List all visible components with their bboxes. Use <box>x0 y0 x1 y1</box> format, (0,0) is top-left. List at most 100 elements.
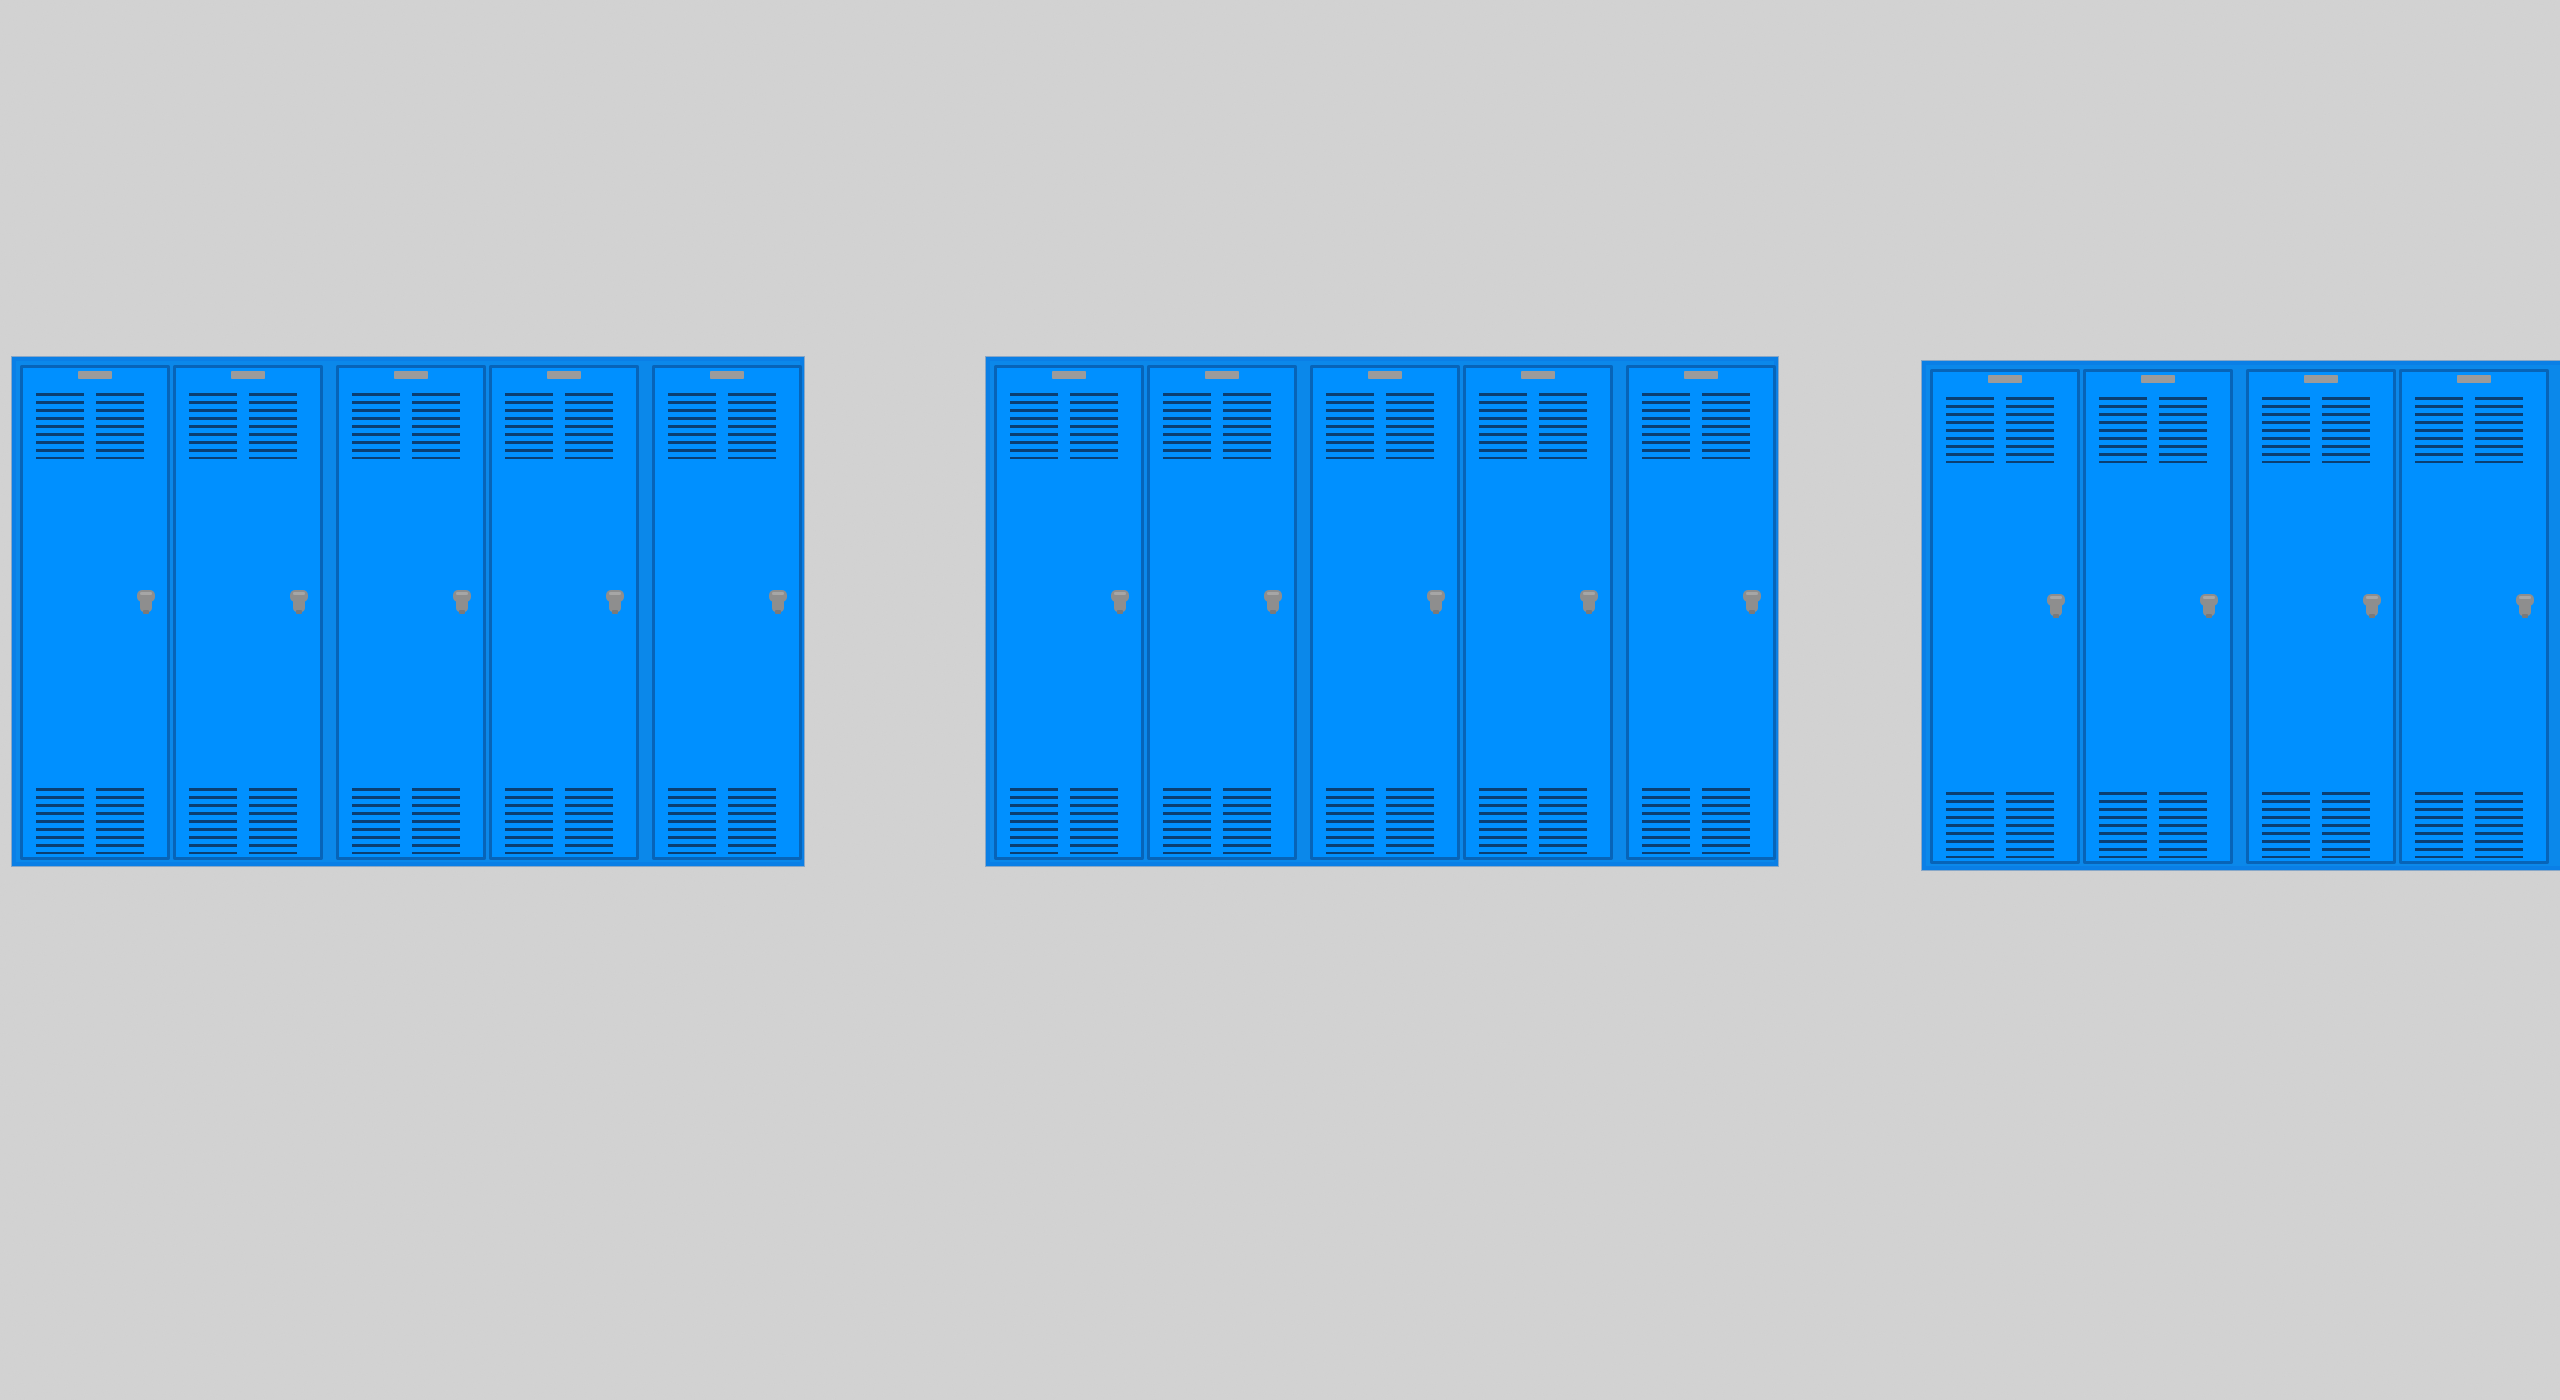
vent-grille-top <box>1479 393 1597 459</box>
number-plate <box>2141 375 2175 383</box>
vent-slats <box>728 393 776 459</box>
padlock-icon[interactable] <box>2361 592 2383 620</box>
vent-slats <box>412 788 460 854</box>
locker-door[interactable] <box>1147 365 1297 860</box>
number-plate <box>1988 375 2022 383</box>
vent-slats <box>2006 792 2054 858</box>
vent-grille-top <box>2262 397 2380 463</box>
number-plate <box>1052 371 1086 379</box>
padlock-icon[interactable] <box>1109 588 1131 616</box>
vent-slats <box>1386 393 1434 459</box>
vent-slats <box>189 393 237 459</box>
vent-slats <box>2415 792 2463 858</box>
vent-slats <box>1010 788 1058 854</box>
locker-door[interactable] <box>1463 365 1613 860</box>
locker-door[interactable] <box>2399 369 2549 864</box>
padlock-icon[interactable] <box>135 588 157 616</box>
locker-door[interactable] <box>173 365 323 860</box>
vent-slats <box>2415 397 2463 463</box>
padlock-icon[interactable] <box>767 588 789 616</box>
vent-slats <box>1386 788 1434 854</box>
vent-grille-top <box>2099 397 2217 463</box>
vent-slats <box>1702 788 1750 854</box>
locker-door[interactable] <box>20 365 170 860</box>
locker-door[interactable] <box>489 365 639 860</box>
number-plate <box>78 371 112 379</box>
padlock-icon[interactable] <box>2198 592 2220 620</box>
vent-grille-bottom <box>1163 788 1281 854</box>
locker-bank-1 <box>12 357 804 866</box>
vent-grille-top <box>189 393 307 459</box>
vent-grille-bottom <box>505 788 623 854</box>
vent-grille-top <box>36 393 154 459</box>
vent-grille-bottom <box>36 788 154 854</box>
vent-slats <box>352 393 400 459</box>
vent-slats <box>668 393 716 459</box>
padlock-icon[interactable] <box>1425 588 1447 616</box>
number-plate <box>1521 371 1555 379</box>
vent-slats <box>565 393 613 459</box>
vent-grille-top <box>1326 393 1444 459</box>
vent-slats <box>1539 393 1587 459</box>
vent-slats <box>1642 788 1690 854</box>
vent-slats <box>189 788 237 854</box>
vent-slats <box>1642 393 1690 459</box>
locker-door[interactable] <box>652 365 802 860</box>
vent-slats <box>1479 393 1527 459</box>
vent-grille-top <box>1946 397 2064 463</box>
vent-slats <box>2159 397 2207 463</box>
vent-grille-bottom <box>1326 788 1444 854</box>
vent-slats <box>1479 788 1527 854</box>
vent-slats <box>96 788 144 854</box>
padlock-icon[interactable] <box>2045 592 2067 620</box>
padlock-icon[interactable] <box>2514 592 2536 620</box>
vent-slats <box>2099 397 2147 463</box>
vent-slats <box>2159 792 2207 858</box>
number-plate <box>2457 375 2491 383</box>
vent-grille-bottom <box>2099 792 2217 858</box>
vent-grille-top <box>505 393 623 459</box>
padlock-icon[interactable] <box>288 588 310 616</box>
locker-door[interactable] <box>2246 369 2396 864</box>
locker-door[interactable] <box>994 365 1144 860</box>
vent-grille-top <box>1163 393 1281 459</box>
vent-slats <box>1946 397 1994 463</box>
vent-slats <box>1326 393 1374 459</box>
vent-slats <box>36 393 84 459</box>
vent-slats <box>505 393 553 459</box>
padlock-icon[interactable] <box>1262 588 1284 616</box>
vent-grille-bottom <box>2415 792 2533 858</box>
vent-grille-top <box>2415 397 2533 463</box>
vent-slats <box>249 393 297 459</box>
vent-slats <box>505 788 553 854</box>
vent-grille-bottom <box>1642 788 1760 854</box>
locker-door[interactable] <box>1310 365 1460 860</box>
vent-slats <box>1070 393 1118 459</box>
padlock-icon[interactable] <box>1578 588 1600 616</box>
number-plate <box>710 371 744 379</box>
locker-door[interactable] <box>2083 369 2233 864</box>
vent-slats <box>352 788 400 854</box>
vent-slats <box>2262 397 2310 463</box>
vent-grille-top <box>668 393 786 459</box>
vent-grille-bottom <box>668 788 786 854</box>
padlock-icon[interactable] <box>604 588 626 616</box>
vent-slats <box>2262 792 2310 858</box>
locker-door[interactable] <box>336 365 486 860</box>
vent-grille-top <box>352 393 470 459</box>
vent-slats <box>1946 792 1994 858</box>
padlock-icon[interactable] <box>1741 588 1763 616</box>
locker-door[interactable] <box>1626 365 1776 860</box>
vent-slats <box>1163 788 1211 854</box>
padlock-icon[interactable] <box>451 588 473 616</box>
vent-grille-top <box>1642 393 1760 459</box>
vent-grille-bottom <box>1010 788 1128 854</box>
vent-grille-top <box>1010 393 1128 459</box>
locker-bank-2 <box>986 357 1778 866</box>
vent-grille-bottom <box>1946 792 2064 858</box>
locker-door[interactable] <box>1930 369 2080 864</box>
vent-slats <box>36 788 84 854</box>
vent-slats <box>1223 788 1271 854</box>
vent-slats <box>1070 788 1118 854</box>
vent-slats <box>249 788 297 854</box>
